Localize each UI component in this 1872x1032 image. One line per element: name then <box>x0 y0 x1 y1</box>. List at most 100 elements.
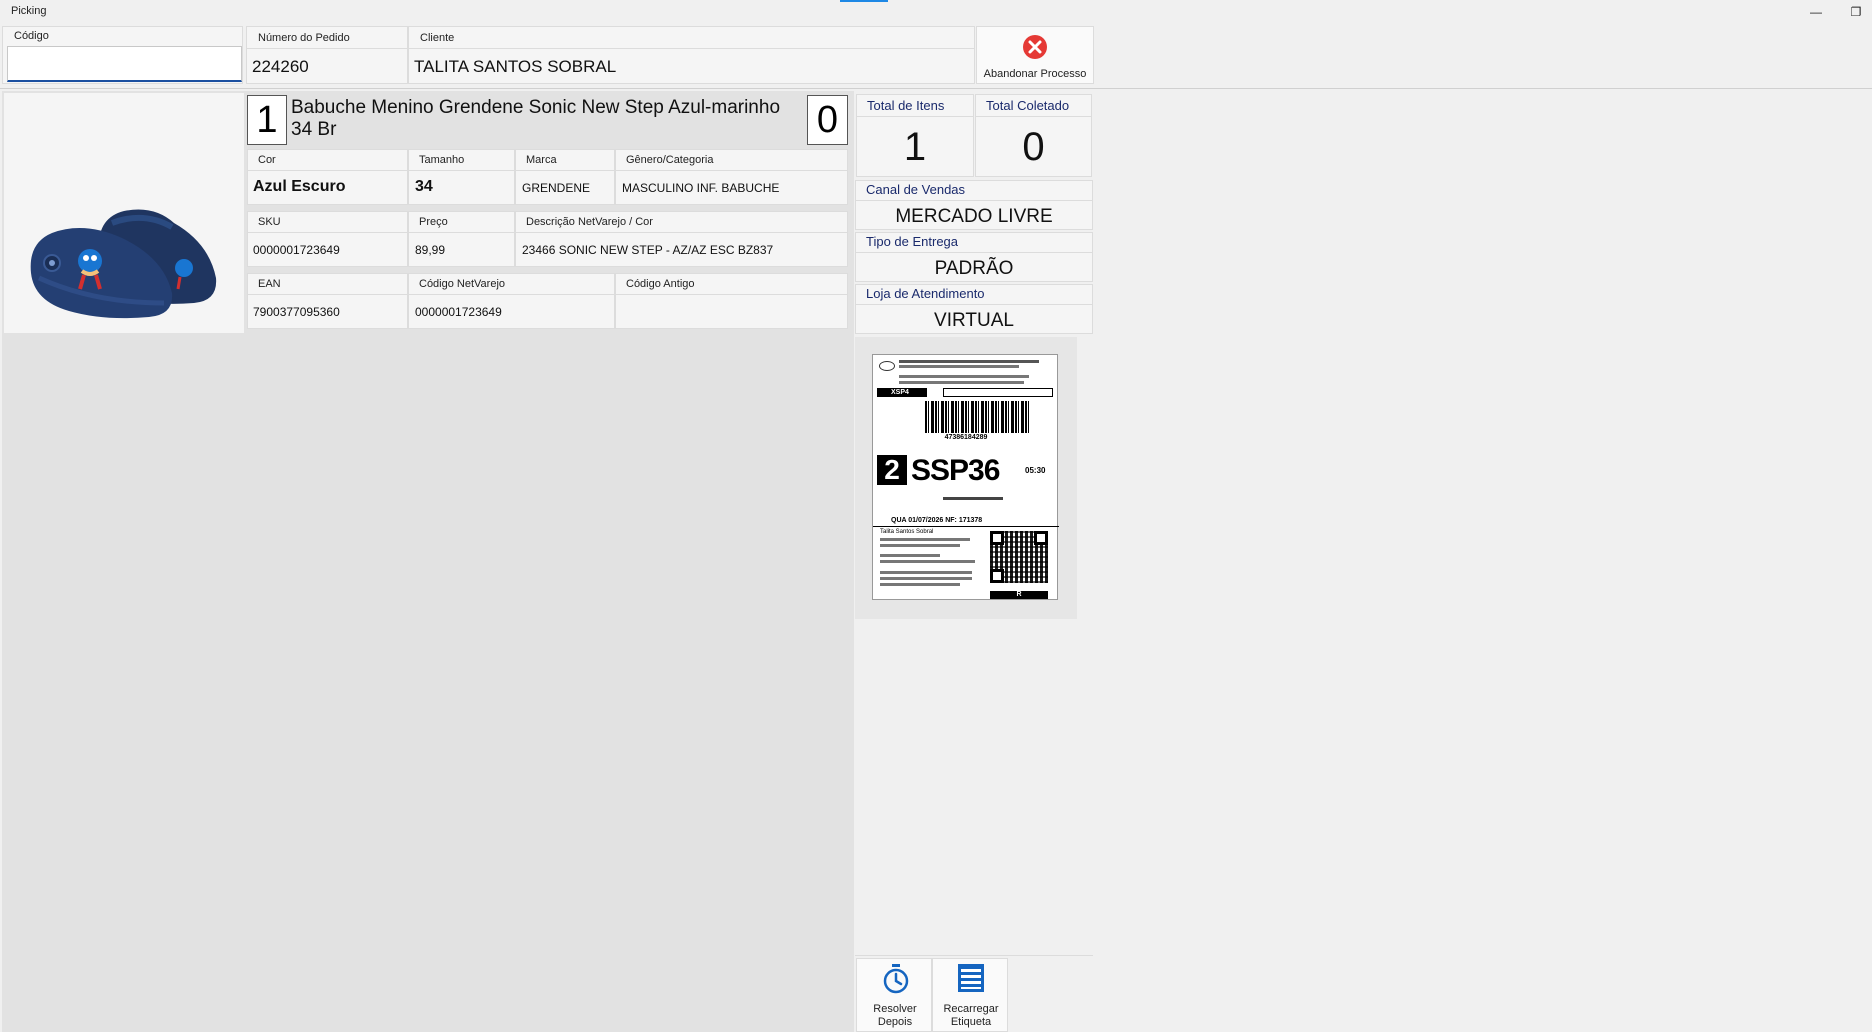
carrier-logo <box>879 361 895 371</box>
codigo-box: Código <box>2 26 243 84</box>
codigo-input[interactable] <box>7 46 242 82</box>
sku-label: SKU <box>258 216 281 228</box>
resolver-label: Resolver Depois <box>873 1003 917 1028</box>
minimize-button[interactable]: — <box>1800 0 1832 24</box>
abandonar-button[interactable]: Abandonar Processo <box>976 26 1094 84</box>
codigo-netvarejo-label: Código NetVarejo <box>419 278 506 290</box>
barcode-number: 47386184289 <box>944 434 988 441</box>
label-text-line <box>880 577 972 580</box>
ean-field: EAN 7900377095360 <box>247 273 408 329</box>
cliente-value: TALITA SANTOS SOBRAL <box>414 57 617 76</box>
label-text-line <box>899 360 1039 363</box>
sku-value: 0000001723649 <box>253 243 340 257</box>
route-number: 2 <box>877 455 907 485</box>
entrega-value: PADRÃO <box>934 258 1014 279</box>
total-itens-value: 1 <box>903 125 927 169</box>
title-bar: Picking — ❐ <box>0 0 1872 24</box>
cor-value: Azul Escuro <box>253 178 346 195</box>
qty-right: 0 <box>807 95 848 145</box>
codigo-netvarejo-field: Código NetVarejo 0000001723649 <box>408 273 615 329</box>
cliente-label: Cliente <box>420 32 455 44</box>
restore-button[interactable]: ❐ <box>1840 0 1872 24</box>
label-text-line <box>880 554 940 557</box>
tamanho-label: Tamanho <box>419 154 465 166</box>
entrega-label: Tipo de Entrega <box>866 234 959 249</box>
genero-value: MASCULINO INF. BABUCHE <box>622 181 780 195</box>
loja-box: Loja de Atendimento VIRTUAL <box>855 284 1093 334</box>
codigo-antigo-field: Código Antigo <box>615 273 848 329</box>
marca-field: Marca GRENDENE <box>515 149 615 205</box>
label-text-line <box>943 497 1003 500</box>
pedido-value: 224260 <box>252 57 309 76</box>
shoe-image <box>30 209 217 319</box>
canal-label: Canal de Vendas <box>866 182 966 197</box>
shipping-label-area: XSP4 47386184289 2 SSP36 05:30 QUA 01/07… <box>855 337 1077 619</box>
preco-label: Preço <box>419 216 448 228</box>
ean-value: 7900377095360 <box>253 305 340 319</box>
label-text-line <box>899 375 1029 378</box>
recarregar-etiqueta-button[interactable]: Recarregar Etiqueta <box>932 958 1008 1032</box>
header-divider <box>0 88 1872 89</box>
codigo-antigo-label: Código Antigo <box>626 278 695 290</box>
label-footer: R <box>990 591 1048 599</box>
recarregar-label: Recarregar Etiqueta <box>943 1003 999 1028</box>
pedido-box: Número do Pedido 224260 <box>246 26 408 84</box>
abandonar-label: Abandonar Processo <box>983 68 1087 80</box>
route-time: 05:30 <box>1025 466 1046 475</box>
canal-box: Canal de Vendas MERCADO LIVRE <box>855 180 1093 230</box>
descricao-field: Descrição NetVarejo / Cor 23466 SONIC NE… <box>515 211 848 267</box>
cliente-box: Cliente TALITA SANTOS SOBRAL <box>408 26 975 84</box>
genero-label: Gênero/Categoria <box>626 154 714 166</box>
shipping-label: XSP4 47386184289 2 SSP36 05:30 QUA 01/07… <box>872 354 1059 600</box>
total-coletado-value: 0 <box>1022 125 1045 169</box>
timer-icon <box>883 964 909 994</box>
sku-field: SKU 0000001723649 <box>247 211 408 267</box>
canal-value: MERCADO LIVRE <box>895 206 1053 227</box>
label-text-line <box>880 583 960 586</box>
marca-label: Marca <box>526 154 557 166</box>
label-text-line <box>899 381 1024 384</box>
tamanho-field: Tamanho 34 <box>408 149 515 205</box>
product-image <box>4 93 244 333</box>
total-itens-box: Total de Itens 1 <box>856 94 974 177</box>
total-coletado-label: Total Coletado <box>986 98 1070 113</box>
cor-field: Cor Azul Escuro <box>247 149 408 205</box>
resolver-depois-button[interactable]: Resolver Depois <box>856 958 932 1032</box>
pedido-label: Número do Pedido <box>258 32 350 44</box>
tamanho-value: 34 <box>415 178 433 195</box>
title-accent <box>840 0 888 2</box>
total-coletado-box: Total Coletado 0 <box>975 94 1092 177</box>
descricao-value: 23466 SONIC NEW STEP - AZ/AZ ESC BZ837 <box>522 243 774 257</box>
entrega-box: Tipo de Entrega PADRÃO <box>855 232 1093 282</box>
descricao-label: Descrição NetVarejo / Cor <box>526 216 653 228</box>
date-line: QUA 01/07/2026 NF: 171378 <box>891 517 983 524</box>
label-text-line <box>899 365 1019 368</box>
loja-value: VIRTUAL <box>934 310 1014 331</box>
route-tag: XSP4 <box>877 388 927 397</box>
document-list-icon <box>958 964 984 992</box>
marca-value: GRENDENE <box>522 181 591 195</box>
recipient-name: Talita Santos Sobral <box>880 529 934 535</box>
cor-label: Cor <box>258 154 276 166</box>
route-code: SSP36 <box>911 454 1000 487</box>
close-circle-icon <box>1023 35 1047 59</box>
total-itens-label: Total de Itens <box>867 98 945 113</box>
label-text-line <box>880 538 970 541</box>
qty-left: 1 <box>247 95 287 145</box>
qr-code <box>990 531 1048 583</box>
preco-value: 89,99 <box>415 243 446 257</box>
preco-field: Preço 89,99 <box>408 211 515 267</box>
label-text-line <box>880 560 975 563</box>
label-divider <box>873 526 1059 527</box>
label-text-line <box>880 571 972 574</box>
codigo-label: Código <box>14 30 49 42</box>
label-text-line <box>880 544 960 547</box>
window-title: Picking <box>11 5 47 17</box>
loja-label: Loja de Atendimento <box>866 286 985 301</box>
barcode <box>925 401 1030 433</box>
genero-field: Gênero/Categoria MASCULINO INF. BABUCHE <box>615 149 848 205</box>
codigo-netvarejo-value: 0000001723649 <box>415 305 502 319</box>
product-name: Babuche Menino Grendene Sonic New Step A… <box>291 97 781 140</box>
ean-label: EAN <box>258 278 281 290</box>
despachar-box <box>943 388 1053 397</box>
